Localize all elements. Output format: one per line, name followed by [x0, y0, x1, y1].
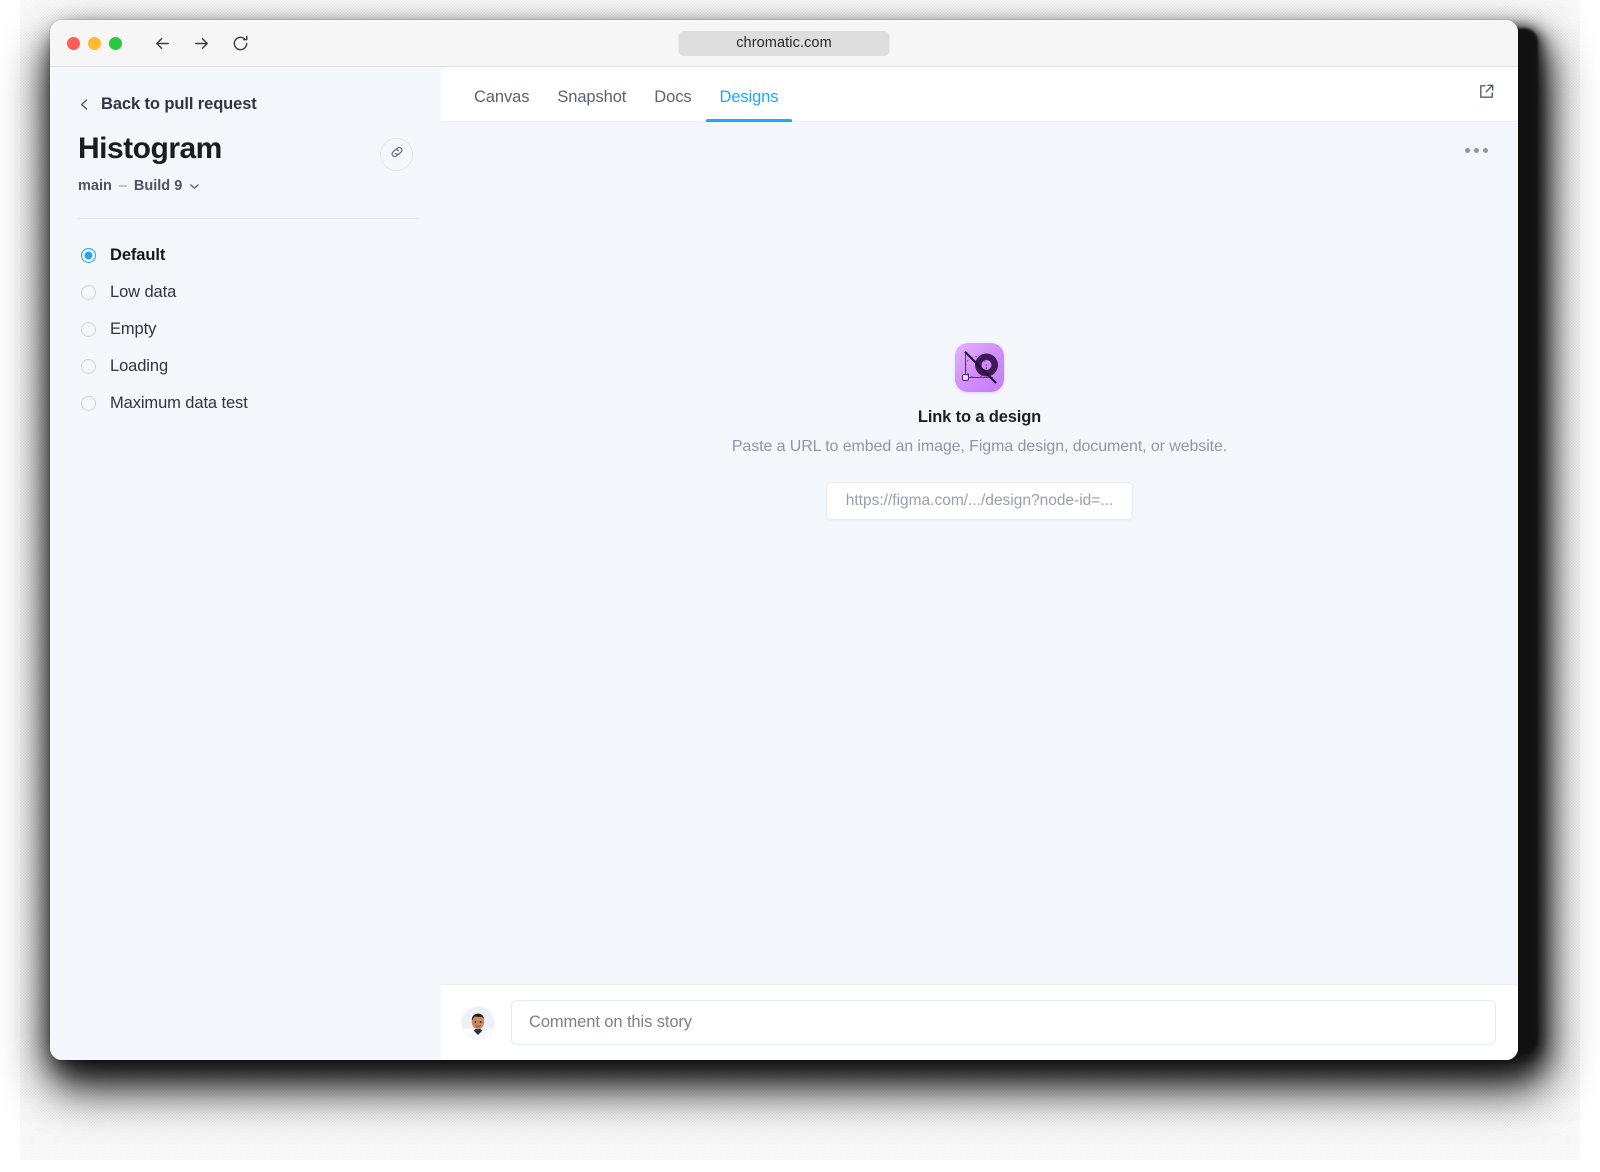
comment-placeholder: Comment on this story [529, 1013, 692, 1031]
empty-state-title: Link to a design [917, 408, 1042, 426]
tab-canvas[interactable]: Canvas [460, 67, 543, 121]
copy-link-button[interactable] [380, 138, 413, 171]
design-url-input[interactable]: https://figma.com/.../design?node-id=... [826, 482, 1133, 520]
traffic-lights [67, 36, 122, 50]
address-bar-text: chromatic.com [736, 35, 832, 51]
design-url-placeholder: https://figma.com/.../design?node-id=... [845, 492, 1114, 509]
story-list: Default Low data Empty Loading Maximum d… [78, 237, 415, 422]
tab-bar: Canvas Snapshot Docs Designs [441, 67, 1518, 122]
tab-docs[interactable]: Docs [640, 67, 705, 121]
story-item-empty[interactable]: Empty [78, 311, 415, 348]
empty-state-subtitle: Paste a URL to embed an image, Figma des… [731, 438, 1228, 455]
tab-list: Canvas Snapshot Docs Designs [441, 67, 793, 122]
chevron-left-icon [78, 98, 91, 111]
avatar[interactable] [462, 1006, 494, 1039]
minimize-window-button[interactable] [88, 36, 101, 50]
more-options-button[interactable] [1459, 142, 1494, 159]
story-item-label: Maximum data test [110, 394, 248, 412]
story-item-label: Default [110, 246, 166, 264]
branch-build-separator: – [118, 178, 127, 194]
zoom-window-button[interactable] [109, 36, 122, 50]
sidebar: Back to pull request Histogram main – Bu… [50, 67, 441, 1060]
browser-nav-buttons [153, 34, 250, 53]
chevron-down-icon [188, 180, 201, 193]
tab-label: Designs [719, 88, 779, 106]
back-link-label: Back to pull request [101, 95, 257, 113]
close-window-button[interactable] [67, 36, 80, 50]
tab-label: Docs [654, 88, 692, 106]
story-item-label: Loading [110, 357, 169, 375]
forward-icon[interactable] [192, 34, 211, 53]
link-icon [389, 144, 405, 165]
tab-snapshot[interactable]: Snapshot [543, 67, 640, 121]
screenshot-stage: chromatic.com Back to pull request Histo… [0, 0, 1600, 1172]
radio-icon [81, 285, 96, 300]
browser-window: chromatic.com Back to pull request Histo… [50, 20, 1518, 1060]
story-item-loading[interactable]: Loading [78, 348, 415, 385]
story-item-default[interactable]: Default [78, 237, 415, 274]
branch-build-selector[interactable]: main – Build 9 [78, 178, 415, 194]
main-panel: Canvas Snapshot Docs Designs Link to a d… [441, 67, 1518, 1060]
page-title: Histogram [78, 132, 222, 165]
tab-designs[interactable]: Designs [705, 67, 793, 122]
more-horizontal-icon [1483, 148, 1488, 153]
design-link-icon [955, 343, 1004, 392]
story-item-label: Low data [110, 283, 177, 301]
tab-label: Canvas [474, 88, 530, 106]
back-icon[interactable] [153, 34, 172, 53]
radio-icon [81, 396, 96, 411]
story-item-label: Empty [110, 320, 157, 338]
browser-chrome: chromatic.com [50, 20, 1518, 67]
more-horizontal-icon [1474, 148, 1479, 153]
story-item-low-data[interactable]: Low data [78, 274, 415, 311]
story-title-row: Histogram [78, 132, 415, 171]
empty-state: Link to a design Paste a URL to embed an… [630, 343, 1330, 520]
branch-label: main [78, 178, 112, 194]
address-bar[interactable]: chromatic.com [678, 30, 890, 56]
comment-bar: Comment on this story [441, 984, 1518, 1060]
build-label: Build 9 [133, 178, 183, 194]
designs-canvas: Link to a design Paste a URL to embed an… [441, 122, 1518, 984]
more-horizontal-icon [1465, 148, 1470, 153]
radio-icon [81, 322, 96, 337]
comment-input[interactable]: Comment on this story [511, 1000, 1496, 1045]
story-item-maximum-data-test[interactable]: Maximum data test [78, 385, 415, 422]
sidebar-divider [78, 218, 419, 219]
back-to-pull-request-link[interactable]: Back to pull request [78, 95, 415, 114]
open-in-new-tab-button[interactable] [1477, 82, 1496, 106]
radio-icon [81, 359, 96, 374]
reload-icon[interactable] [231, 34, 250, 53]
radio-icon [81, 248, 96, 263]
external-link-icon [1477, 82, 1496, 106]
app-body: Back to pull request Histogram main – Bu… [50, 67, 1518, 1060]
tab-label: Snapshot [557, 88, 627, 106]
